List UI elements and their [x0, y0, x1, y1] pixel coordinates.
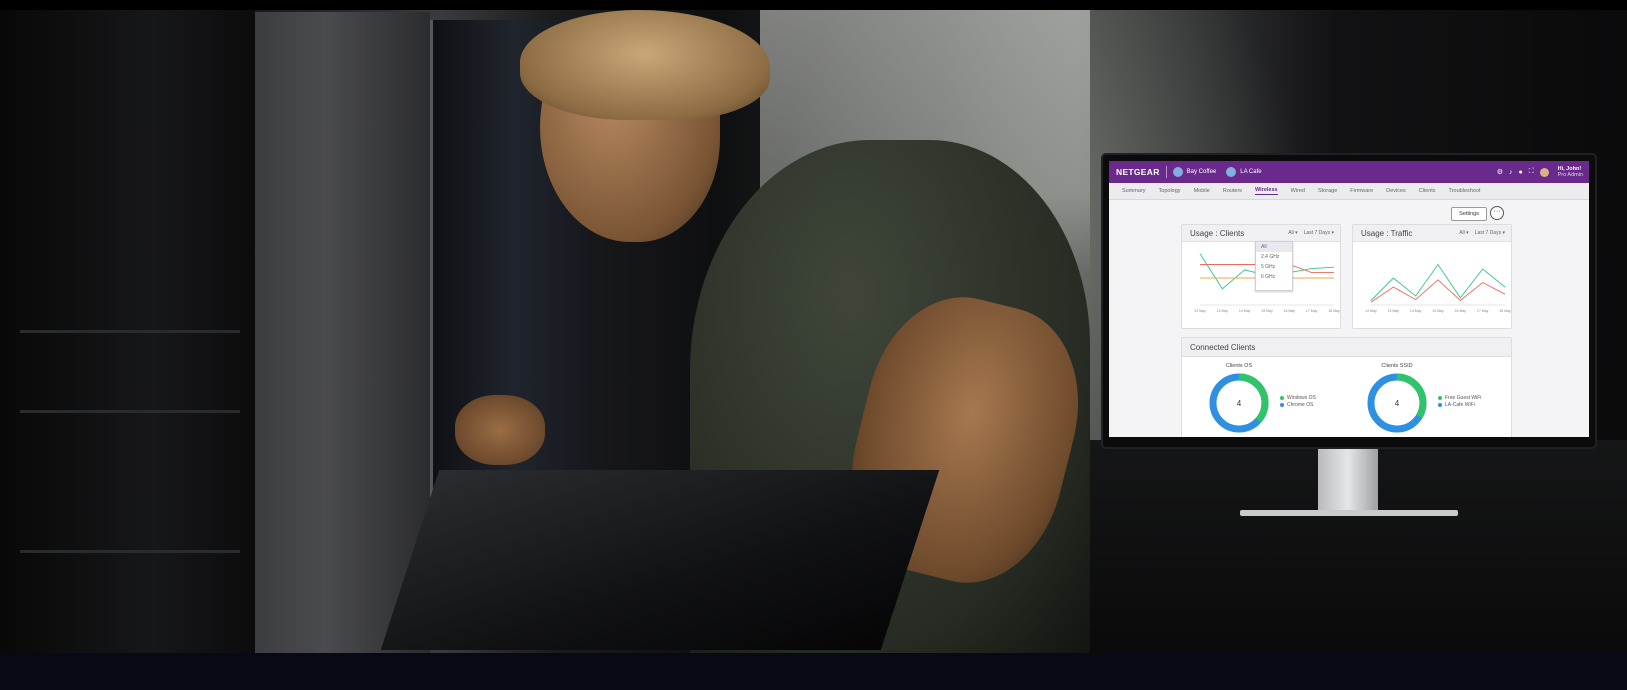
range-filter[interactable]: Last 7 Days ▾ — [1304, 230, 1334, 236]
card-title: Usage : Traffic — [1361, 228, 1413, 238]
x-tick-label: 14 May — [1239, 309, 1251, 313]
clients-os-donut: 4 — [1209, 373, 1269, 433]
monitor-stand-base — [1240, 510, 1458, 516]
monitor: NETGEAR Bay Coffee LA Cafe ⚙ ♪ ● ⛶ Hi, J… — [1103, 155, 1595, 447]
card-header: Usage : Clients All ▾ Last 7 Days ▾ — [1182, 225, 1340, 242]
avatar[interactable] — [1539, 167, 1549, 177]
tab-devices[interactable]: Devices — [1386, 188, 1406, 194]
fullscreen-icon[interactable]: ⛶ — [1529, 168, 1534, 176]
server-rack-left — [0, 10, 255, 653]
card-header: Connected Clients — [1182, 338, 1511, 357]
tab-firmware[interactable]: Firmware — [1350, 188, 1373, 194]
settings-button[interactable]: Settings — [1451, 207, 1487, 221]
legend-label: Windows OS — [1287, 395, 1316, 401]
tab-wireless[interactable]: Wireless — [1255, 187, 1278, 195]
man-hand — [455, 395, 545, 465]
legend-label: LA-Cafe WiFi — [1445, 402, 1475, 408]
bell-icon[interactable]: ♪ — [1509, 169, 1513, 176]
usage-traffic-card: Usage : Traffic All ▾ Last 7 Days ▾ 12 M… — [1352, 224, 1512, 329]
rack-shelf — [20, 410, 240, 413]
monitor-screen: NETGEAR Bay Coffee LA Cafe ⚙ ♪ ● ⛶ Hi, J… — [1109, 161, 1589, 437]
nav-tabs: Summary Topology Mobile Routers Wireless… — [1109, 183, 1589, 200]
card-title: Connected Clients — [1190, 342, 1256, 352]
tab-topology[interactable]: Topology — [1159, 188, 1181, 194]
tab-troubleshoot[interactable]: Troubleshoot — [1449, 188, 1481, 194]
legend-lacafe: LA-Cafe WiFi — [1438, 402, 1475, 408]
rack-shelf — [20, 330, 240, 333]
x-tick-label: 18 May — [1499, 309, 1511, 313]
x-tick-label: 12 May — [1194, 309, 1206, 313]
tab-mobile[interactable]: Mobile — [1194, 188, 1210, 194]
bottom-strip — [0, 653, 1627, 690]
man-hair — [520, 10, 770, 120]
dropdown-option[interactable]: 5 GHz — [1256, 262, 1292, 272]
org-avatar — [1172, 167, 1183, 177]
x-tick-label: 15 May — [1432, 309, 1444, 313]
more-options-button[interactable]: ··· — [1490, 206, 1504, 220]
x-tick-label: 17 May — [1477, 309, 1489, 313]
card-title: Usage : Clients — [1190, 228, 1245, 238]
series-line-1 — [1370, 279, 1506, 303]
donut-count: 4 — [1237, 399, 1242, 408]
band-dropdown: All 2.4 GHz 5 GHz 6 GHz — [1255, 241, 1293, 291]
user-menu[interactable]: Hi, John! Pro Admin — [1558, 166, 1583, 178]
user-role: Pro Admin — [1557, 172, 1583, 178]
band-filter[interactable]: All ▾ — [1288, 230, 1297, 236]
location-avatar — [1226, 167, 1237, 177]
legend-chrome: Chrome OS — [1280, 402, 1313, 408]
clients-ssid-donut: 4 — [1367, 373, 1427, 433]
range-filter[interactable]: Last 7 Days ▾ — [1475, 230, 1505, 236]
tab-routers[interactable]: Routers — [1223, 188, 1242, 194]
legend-dot — [1438, 403, 1442, 407]
header-icons: ⚙ ♪ ● ⛶ Hi, John! Pro Admin — [1497, 166, 1583, 178]
legend-label: Chrome OS — [1287, 402, 1314, 408]
legend-dot — [1280, 396, 1284, 400]
connected-clients-card: Connected Clients Clients OS 4 Windows O… — [1181, 337, 1512, 437]
rack-shelf — [20, 550, 240, 553]
x-tick-label: 13 May — [1217, 309, 1229, 313]
dropdown-option[interactable]: 2.4 GHz — [1256, 252, 1292, 262]
x-tick-label: 14 May — [1410, 309, 1422, 313]
location-selector[interactable]: LA Cafe — [1240, 169, 1261, 175]
monitor-stand-neck — [1318, 447, 1378, 513]
laptop — [380, 470, 940, 650]
top-border — [0, 0, 1627, 10]
tab-wired[interactable]: Wired — [1291, 188, 1305, 194]
series-line-0 — [1370, 263, 1506, 301]
x-tick-label: 17 May — [1306, 309, 1318, 313]
clients-ssid-title: Clients SSID — [1381, 363, 1413, 369]
x-tick-label: 13 May — [1388, 309, 1400, 313]
x-tick-label: 15 May — [1261, 309, 1273, 313]
legend-label: Free Guest WiFi — [1445, 395, 1482, 401]
clients-os-title: Clients OS — [1225, 363, 1253, 369]
band-filter[interactable]: All ▾ — [1459, 230, 1468, 236]
dropdown-option[interactable]: 6 GHz — [1256, 272, 1292, 282]
tab-clients[interactable]: Clients — [1419, 188, 1436, 194]
server-cabinet — [255, 12, 430, 653]
card-header: Usage : Traffic All ▾ Last 7 Days ▾ — [1353, 225, 1511, 242]
dropdown-option[interactable]: All — [1256, 242, 1292, 252]
alert-icon[interactable]: ● — [1518, 169, 1522, 176]
gear-icon[interactable]: ⚙ — [1497, 168, 1503, 176]
usage-traffic-chart: 12 May 13 May 14 May 15 May 16 May 17 May 18 M… — [1365, 263, 1511, 313]
usage-clients-card: Usage : Clients All ▾ Last 7 Days ▾ 12 M… — [1181, 224, 1341, 329]
legend-dot — [1280, 403, 1284, 407]
header-divider — [1165, 166, 1167, 178]
legend-guest: Free Guest WiFi — [1438, 395, 1481, 401]
tab-storage[interactable]: Storage — [1318, 188, 1337, 194]
donut-count: 4 — [1395, 399, 1400, 408]
x-tick-label: 16 May — [1455, 309, 1467, 313]
tab-summary[interactable]: Summary — [1122, 188, 1146, 194]
org-selector[interactable]: Bay Coffee — [1187, 169, 1217, 175]
x-tick-label: 16 May — [1284, 309, 1296, 313]
x-tick-label: 12 May — [1365, 309, 1377, 313]
x-tick-label: 18 May — [1328, 309, 1340, 313]
legend-windows: Windows OS — [1280, 395, 1316, 401]
legend-dot — [1438, 396, 1442, 400]
netgear-logo: NETGEAR — [1116, 167, 1160, 177]
netgear-header: NETGEAR Bay Coffee LA Cafe ⚙ ♪ ● ⛶ Hi, J… — [1109, 161, 1589, 183]
